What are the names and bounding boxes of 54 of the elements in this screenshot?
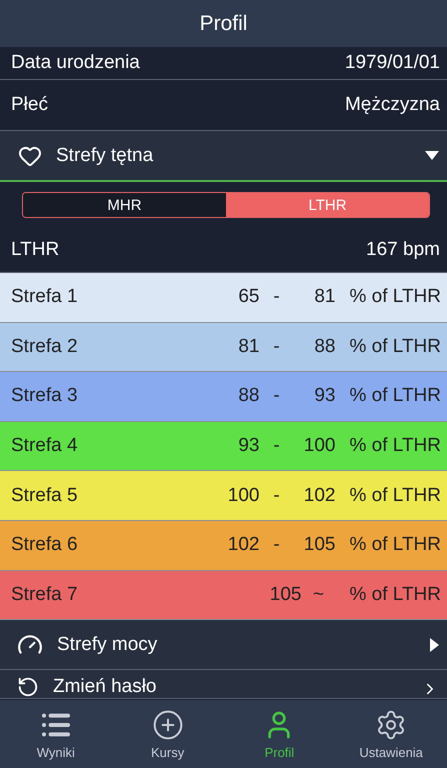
zone-low: 65 [237, 286, 260, 308]
zone-unit: % of LTHR [349, 336, 441, 358]
zone-separator: - [272, 385, 281, 408]
zone-high: 105 [302, 534, 336, 556]
zone-high: 88 [313, 336, 336, 358]
zone-low: 105 [268, 584, 302, 606]
nav-tab[interactable]: Profil [224, 700, 336, 768]
zone-name: Strefa 5 [11, 484, 79, 507]
threshold-label: LTHR [11, 238, 60, 260]
zone-unit: % of LTHR [349, 286, 441, 308]
zone-high: 93 [313, 385, 336, 408]
nav-tab[interactable]: Kursy [112, 700, 224, 768]
zone-high: 102 [302, 484, 336, 507]
zone-name: Strefa 7 [11, 584, 79, 606]
zone-low: 100 [226, 484, 260, 507]
zone-separator: - [272, 534, 281, 556]
zone-unit: % of LTHR [349, 435, 441, 458]
field-value: 1979/01/01 [344, 52, 440, 74]
zone-separator: - [272, 435, 281, 458]
nav-tab[interactable]: Wyniki [0, 700, 112, 768]
zone-low: 81 [237, 336, 260, 358]
zone-unit: % of LTHR [349, 484, 441, 507]
zone-unit: % of LTHR [349, 584, 441, 606]
field-label: Data urodzenia [11, 52, 140, 74]
zone-name: Strefa 4 [11, 435, 79, 458]
screen-title: Profil [200, 12, 248, 36]
dropdown-icon [425, 151, 439, 160]
zone-low: 93 [237, 435, 260, 458]
section-title: Strefy tętna [56, 144, 154, 166]
field-label: Płeć [11, 94, 48, 116]
zone-separator: - [272, 484, 281, 507]
nav-tab[interactable]: Ustawienia [335, 700, 447, 768]
zone-name: Strefa 3 [11, 385, 79, 408]
zone-low: 88 [237, 385, 260, 408]
zone-high: 81 [313, 286, 336, 308]
zone-separator: - [272, 336, 281, 358]
menu-item[interactable]: Strefy mocy [0, 620, 447, 670]
zone-low: 102 [226, 534, 260, 556]
zone-unit: % of LTHR [349, 385, 441, 408]
zone-high: 100 [302, 435, 336, 458]
zone-name: Strefa 2 [11, 336, 79, 358]
menu-item[interactable]: Zmień hasło [0, 670, 447, 700]
zone-unit: % of LTHR [349, 534, 441, 556]
zone-separator: ~ [312, 584, 326, 606]
field-value: Mężczyzna [344, 94, 440, 116]
threshold-value: 167 bpm [366, 238, 440, 260]
zone-separator: - [272, 286, 281, 308]
arrow-icon [430, 638, 439, 652]
zone-name: Strefa 6 [11, 534, 79, 556]
reset-icon [17, 676, 39, 698]
plus-circle-icon [152, 708, 184, 740]
zone-name: Strefa 1 [11, 286, 79, 308]
heart-zones-header[interactable]: Strefy tętna [0, 131, 447, 182]
toggle-tab[interactable]: MHR [23, 193, 226, 217]
